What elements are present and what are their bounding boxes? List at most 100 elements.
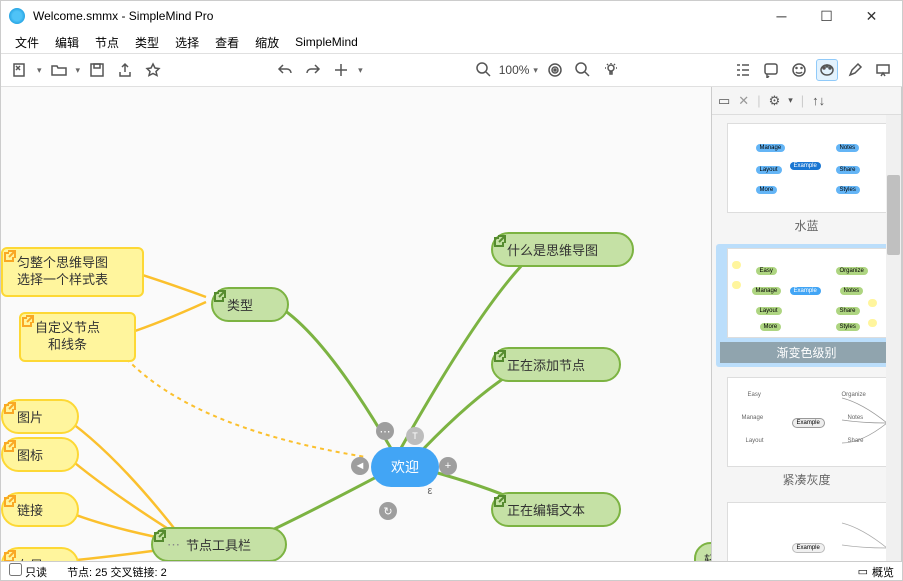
node-label: 什么是思维导图 <box>507 240 598 259</box>
share-button[interactable] <box>114 59 136 81</box>
handle-left[interactable]: ◄ <box>351 457 369 475</box>
menu-zoom[interactable]: 缩放 <box>249 32 285 53</box>
mindmap-canvas[interactable]: 欢迎 ⋯ T ◄ + ε ↻ 类型 什么是思维导图 正在添加节点 正在编辑文本 … <box>1 87 712 561</box>
node-image[interactable]: 图片 <box>1 399 79 434</box>
dots-icon: ⋯ <box>167 537 180 553</box>
menu-select[interactable]: 选择 <box>169 32 205 53</box>
handle-eps[interactable]: ε <box>421 482 439 500</box>
menu-simplemind[interactable]: SimpleMind <box>289 33 364 51</box>
overview-button[interactable]: 概览 <box>872 564 894 580</box>
close-button[interactable]: ✕ <box>849 2 894 30</box>
node-label: 布局 <box>17 555 43 561</box>
overview-icon[interactable]: ▭ <box>858 565 868 578</box>
node-custom[interactable]: 自定义节点 和线条 <box>19 312 136 362</box>
zoom-dropdown[interactable]: ▾ <box>533 65 538 76</box>
maximize-button[interactable]: ☐ <box>804 2 849 30</box>
node-style[interactable]: 匀整个思维导图 选择一个样式表 <box>1 247 144 297</box>
node-label: 类型 <box>227 295 253 314</box>
node-label: 匀整个思维导图 选择一个样式表 <box>17 255 108 289</box>
add-dropdown[interactable]: ▾ <box>358 65 363 76</box>
handle-top[interactable]: ⋯ <box>376 422 394 440</box>
menu-type[interactable]: 类型 <box>129 32 165 53</box>
panel-edit-icon[interactable]: ▭ <box>718 93 730 109</box>
panel-emoji-button[interactable] <box>788 59 810 81</box>
status-bar: 只读 节点: 25 交叉链接: 2 ▭ 概览 <box>1 561 902 581</box>
node-what[interactable]: 什么是思维导图 <box>491 232 634 267</box>
theme-item-4[interactable]: Example <box>716 498 897 561</box>
lightbulb-button[interactable] <box>600 59 622 81</box>
panel-notes-button[interactable] <box>760 59 782 81</box>
node-label: 链接 <box>17 500 43 519</box>
link-icon <box>106 330 120 344</box>
link-icon <box>604 243 618 257</box>
node-toolbar[interactable]: ⋯ 节点工具栏 <box>151 527 287 561</box>
panel-present-button[interactable] <box>872 59 894 81</box>
scroll-thumb[interactable] <box>887 175 900 255</box>
zoom-level[interactable]: 100% <box>499 63 530 77</box>
node-label: 图片 <box>17 407 43 426</box>
node-label: 正在编辑文本 <box>507 500 585 519</box>
theme-item-aqua[interactable]: Example Manage Notes Layout Share More S… <box>716 119 897 238</box>
link-icon <box>257 538 271 552</box>
handle-right[interactable]: + <box>439 457 457 475</box>
gear-dropdown[interactable]: ▾ <box>788 95 793 106</box>
menu-file[interactable]: 文件 <box>9 32 45 53</box>
theme-label: 水蓝 <box>720 217 893 234</box>
window-title: Welcome.smmx - SimpleMind Pro <box>33 9 759 23</box>
node-label: 自定义节点 和线条 <box>35 320 100 354</box>
node-label: 图标 <box>17 445 43 464</box>
status-nodes: 节点: 25 交叉链接: 2 <box>67 564 167 580</box>
menu-view[interactable]: 查看 <box>209 32 245 53</box>
panel-outline-button[interactable] <box>732 59 754 81</box>
link-icon <box>259 298 273 312</box>
redo-button[interactable] <box>302 59 324 81</box>
undo-button[interactable] <box>274 59 296 81</box>
menu-bar: 文件 编辑 节点 类型 选择 查看 缩放 SimpleMind <box>1 31 902 53</box>
link-icon <box>591 503 605 517</box>
link-icon <box>49 503 63 517</box>
theme-item-gradient[interactable]: Example Easy Organize Manage Notes Layou… <box>716 244 897 367</box>
link-icon <box>591 358 605 372</box>
open-dropdown[interactable]: ▾ <box>76 65 81 76</box>
toolbar: ▾ ▾ ▾ 100% ▾ <box>1 53 902 87</box>
node-type[interactable]: 类型 <box>211 287 289 322</box>
new-dropdown[interactable]: ▾ <box>37 65 42 76</box>
panel-sort-icon[interactable]: ↑↓ <box>812 93 825 108</box>
node-adding[interactable]: 正在添加节点 <box>491 347 621 382</box>
theme-label: 渐变色级别 <box>720 342 893 363</box>
panel-gear-icon[interactable]: ⚙ <box>769 93 781 109</box>
node-icon[interactable]: 图标 <box>1 437 79 472</box>
readonly-checkbox[interactable]: 只读 <box>9 563 47 580</box>
menu-node[interactable]: 节点 <box>89 32 125 53</box>
node-editing[interactable]: 正在编辑文本 <box>491 492 621 527</box>
node-center[interactable]: 欢迎 <box>371 447 439 487</box>
menu-edit[interactable]: 编辑 <box>49 32 85 53</box>
node-label: 节点工具栏 <box>186 535 251 554</box>
handle-bottom[interactable]: ↻ <box>379 502 397 520</box>
theme-list[interactable]: Example Manage Notes Layout Share More S… <box>712 115 901 561</box>
panel-style-button[interactable] <box>816 59 838 81</box>
panel-close-icon[interactable]: ✕ <box>738 93 749 109</box>
save-button[interactable] <box>86 59 108 81</box>
node-label: 轻 <box>704 550 712 561</box>
new-button[interactable] <box>9 59 31 81</box>
minimize-button[interactable]: ─ <box>759 2 804 30</box>
add-button[interactable] <box>330 59 352 81</box>
link-icon <box>114 265 128 279</box>
node-link[interactable]: 链接 <box>1 492 79 527</box>
zoom-button[interactable] <box>473 59 495 81</box>
theme-scrollbar[interactable] <box>886 115 901 561</box>
theme-label: 紧凑灰度 <box>720 471 893 488</box>
node-layout[interactable]: 布局 <box>1 547 79 561</box>
search-button[interactable] <box>572 59 594 81</box>
theme-item-compact[interactable]: Example Easy Manage Layout Organize Note… <box>716 373 897 492</box>
app-icon <box>9 8 25 24</box>
target-button[interactable] <box>544 59 566 81</box>
link-icon <box>49 448 63 462</box>
panel-highlight-button[interactable] <box>844 59 866 81</box>
favorite-button[interactable] <box>142 59 164 81</box>
handle-text[interactable]: T <box>406 427 424 445</box>
open-button[interactable] <box>48 59 70 81</box>
style-panel: ▭ ✕ | ⚙ ▾ | ↑↓ Example Manage Notes Layo… <box>712 87 902 561</box>
node-label: 正在添加节点 <box>507 355 585 374</box>
